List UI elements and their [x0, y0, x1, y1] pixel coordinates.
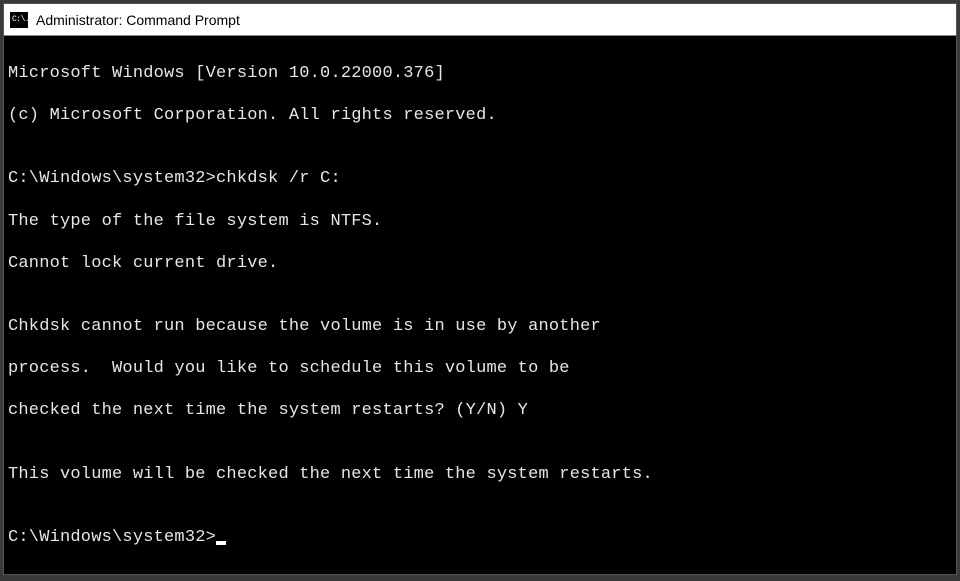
- output-line: Microsoft Windows [Version 10.0.22000.37…: [8, 63, 952, 84]
- cursor: [216, 541, 226, 545]
- output-line: Cannot lock current drive.: [8, 253, 952, 274]
- cmd-icon-glyph: C:\.: [12, 16, 29, 24]
- output-line: process. Would you like to schedule this…: [8, 358, 952, 379]
- window-title: Administrator: Command Prompt: [36, 12, 240, 28]
- command-prompt-window: C:\. Administrator: Command Prompt Micro…: [3, 3, 957, 575]
- output-line: The type of the file system is NTFS.: [8, 211, 952, 232]
- output-line: (c) Microsoft Corporation. All rights re…: [8, 105, 952, 126]
- cmd-icon: C:\.: [10, 12, 28, 28]
- output-line: C:\Windows\system32>chkdsk /r C:: [8, 168, 952, 189]
- prompt-line[interactable]: C:\Windows\system32>: [8, 527, 952, 548]
- terminal-area[interactable]: Microsoft Windows [Version 10.0.22000.37…: [4, 36, 956, 574]
- output-line: Chkdsk cannot run because the volume is …: [8, 316, 952, 337]
- prompt-text: C:\Windows\system32>: [8, 527, 216, 548]
- titlebar[interactable]: C:\. Administrator: Command Prompt: [4, 4, 956, 36]
- output-line: This volume will be checked the next tim…: [8, 464, 952, 485]
- output-line: checked the next time the system restart…: [8, 400, 952, 421]
